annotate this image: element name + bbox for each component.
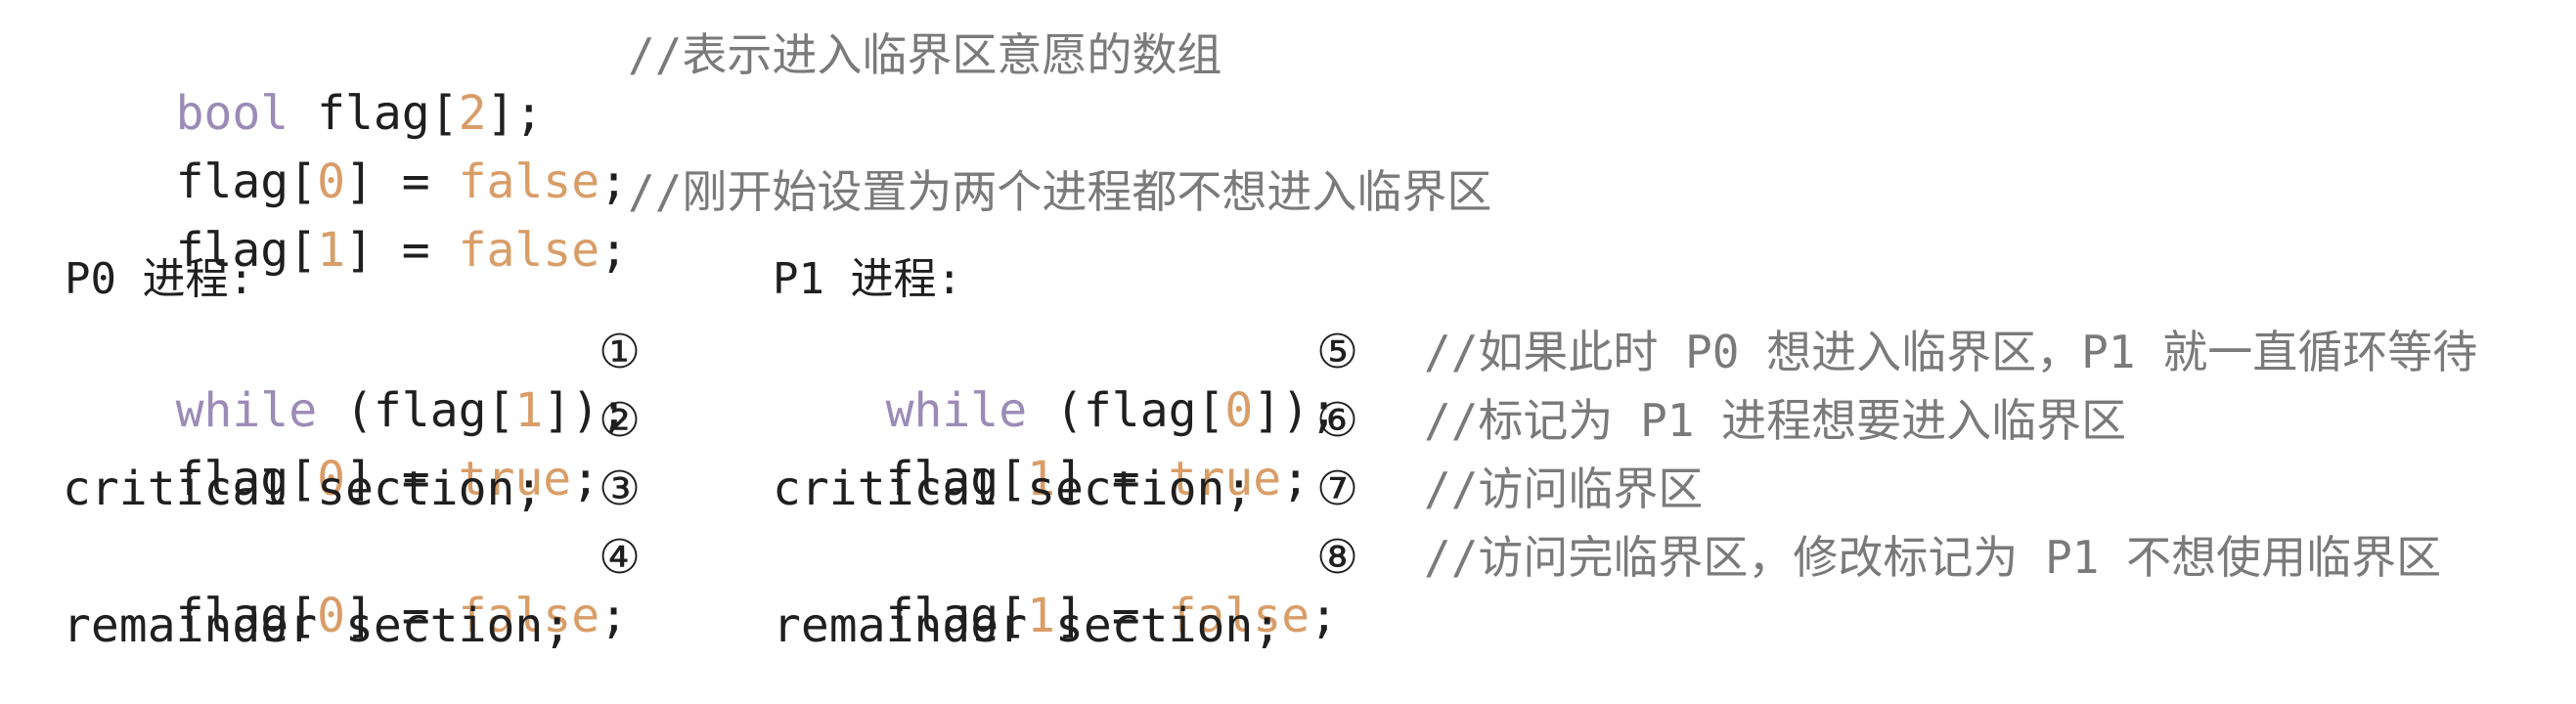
- p0-marker-4: ④: [599, 530, 642, 585]
- p1-marker-6: ⑥: [1316, 393, 1359, 448]
- p0-marker-3: ③: [599, 462, 642, 516]
- p0-line-5: remainder section;: [63, 598, 572, 653]
- init-comment: //刚开始设置为两个进程都不想进入临界区: [628, 165, 1492, 218]
- p0-line-3: critical section;: [63, 462, 544, 516]
- p1-marker-7: ⑦: [1316, 462, 1359, 516]
- p1-comment-2: //标记为 P1 进程想要进入临界区: [1424, 394, 2127, 447]
- p0-marker-1: ①: [599, 325, 642, 379]
- p1-line-3: critical section;: [773, 462, 1254, 516]
- p1-comment-3: //访问临界区: [1424, 462, 1704, 515]
- decl-comment: //表示进入临界区意愿的数组: [628, 28, 1222, 81]
- p1-comment-4: //访问完临界区，修改标记为 P1 不想使用临界区: [1424, 531, 2442, 584]
- p1-marker-5: ⑤: [1316, 325, 1359, 379]
- p0-title: P0 进程:: [65, 254, 254, 304]
- p1-line-5: remainder section;: [773, 598, 1282, 653]
- p0-marker-2: ②: [599, 393, 642, 448]
- p1-marker-8: ⑧: [1316, 530, 1359, 585]
- p1-comment-1: //如果此时 P0 想进入临界区，P1 就一直循环等待: [1424, 326, 2478, 378]
- p1-title: P1 进程:: [773, 254, 962, 304]
- code-canvas: bool flag[2]; //表示进入临界区意愿的数组 flag[0] = f…: [0, 0, 2576, 702]
